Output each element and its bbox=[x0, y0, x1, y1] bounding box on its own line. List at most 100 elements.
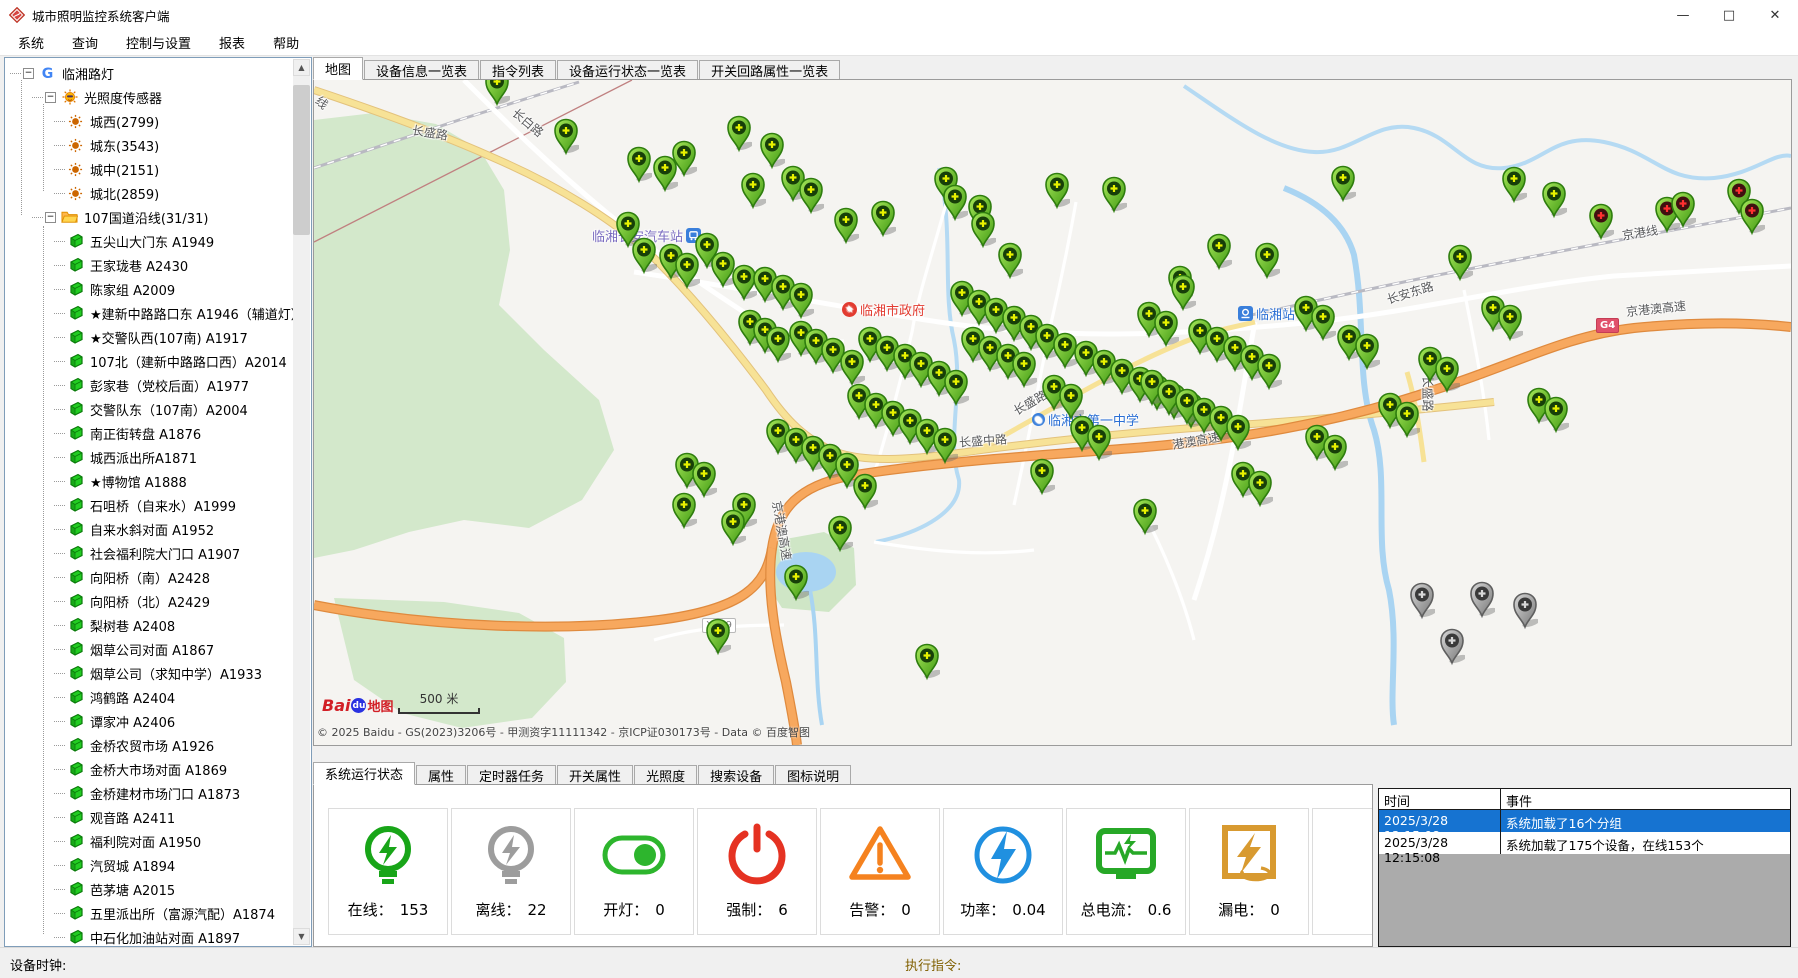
map-pin-green[interactable] bbox=[932, 427, 958, 465]
tree-item[interactable]: 城北(2859) bbox=[6, 181, 293, 205]
tree-item[interactable]: 城西(2799) bbox=[6, 109, 293, 133]
map-pin-green[interactable] bbox=[484, 79, 510, 107]
close-button[interactable]: ✕ bbox=[1752, 0, 1798, 30]
tree-item[interactable]: ★交警队西(107南) A1917 bbox=[6, 325, 293, 349]
tree-item[interactable]: ★博物馆 A1888 bbox=[6, 469, 293, 493]
tree-item[interactable]: 向阳桥（南）A2428 bbox=[6, 565, 293, 589]
map-pin-green[interactable] bbox=[833, 207, 859, 245]
tab-开关属性[interactable]: 开关属性 bbox=[557, 765, 633, 785]
map-pin-gray[interactable] bbox=[1409, 582, 1435, 620]
map-pin-green[interactable] bbox=[1101, 176, 1127, 214]
map-pane[interactable]: 长盛路长白路长安东路长盛路长盛中路长盛路港澳高速京港澳高速京港澳高速京港线线临湘… bbox=[313, 79, 1792, 746]
map-pin-green[interactable] bbox=[1254, 242, 1280, 280]
map-pin-green[interactable] bbox=[1541, 181, 1567, 219]
map-pin-gray[interactable] bbox=[1439, 628, 1465, 666]
tab-搜索设备[interactable]: 搜索设备 bbox=[698, 765, 774, 785]
map-pin-green[interactable] bbox=[1447, 244, 1473, 282]
tree-item[interactable]: 自来水斜对面 A1952 bbox=[6, 517, 293, 541]
map-pin-green[interactable] bbox=[1029, 458, 1055, 496]
map-pin-green[interactable] bbox=[798, 177, 824, 215]
map-pin-green[interactable] bbox=[671, 140, 697, 178]
map-pin-green[interactable] bbox=[740, 172, 766, 210]
tree-item[interactable]: 石咀桥（自来水）A1999 bbox=[6, 493, 293, 517]
map-pin-green[interactable] bbox=[705, 618, 731, 656]
map-pin-alarm[interactable] bbox=[1670, 191, 1696, 229]
map-pin-green[interactable] bbox=[870, 200, 896, 238]
tree-item[interactable]: 金桥大市场对面 A1869 bbox=[6, 757, 293, 781]
event-row[interactable]: 2025/3/28 12:15:08系统加载了16个分组 bbox=[1379, 810, 1790, 832]
map-pin-green[interactable] bbox=[631, 237, 657, 275]
map-pin-green[interactable] bbox=[1497, 304, 1523, 342]
map-pin-green[interactable] bbox=[1501, 166, 1527, 204]
map-pin-green[interactable] bbox=[942, 184, 968, 222]
tree-item[interactable]: 彭家巷（党校后面）A1977 bbox=[6, 373, 293, 397]
menu-item-帮助[interactable]: 帮助 bbox=[259, 32, 313, 54]
tree-item[interactable]: 南正街转盘 A1876 bbox=[6, 421, 293, 445]
menu-item-查询[interactable]: 查询 bbox=[58, 32, 112, 54]
map-pin-gray[interactable] bbox=[1512, 592, 1538, 630]
event-row[interactable]: 2025/3/28 12:15:08系统加载了175个设备，在线153个 bbox=[1379, 832, 1790, 854]
tree-item[interactable]: −光照度传感器 bbox=[6, 85, 293, 109]
tree-item[interactable]: 城东(3543) bbox=[6, 133, 293, 157]
tab-系统运行状态[interactable]: 系统运行状态 bbox=[313, 762, 415, 785]
map-pin-green[interactable] bbox=[1543, 396, 1569, 434]
map-pin-green[interactable] bbox=[943, 369, 969, 407]
map-pin-green[interactable] bbox=[1247, 470, 1273, 508]
map-pin-green[interactable] bbox=[1086, 424, 1112, 462]
tab-开关回路属性一览表[interactable]: 开关回路属性一览表 bbox=[699, 60, 840, 80]
maximize-button[interactable]: □ bbox=[1706, 0, 1752, 30]
map-pin-green[interactable] bbox=[726, 115, 752, 153]
scroll-down-arrow-icon[interactable]: ▼ bbox=[293, 928, 310, 945]
map-pin-green[interactable] bbox=[626, 146, 652, 184]
map-pin-gray[interactable] bbox=[1469, 581, 1495, 619]
tree-item[interactable]: 梨树巷 A2408 bbox=[6, 613, 293, 637]
tree-item[interactable]: 五里派出所（富源汽配）A1874 bbox=[6, 901, 293, 925]
map-pin-green[interactable] bbox=[1153, 310, 1179, 348]
map-pin-green[interactable] bbox=[783, 564, 809, 602]
tab-图标说明[interactable]: 图标说明 bbox=[775, 765, 851, 785]
map-pin-green[interactable] bbox=[1322, 434, 1348, 472]
tree-item[interactable]: 芭茅塘 A2015 bbox=[6, 877, 293, 901]
tree-item[interactable]: 中石化加油站对面 A1897 bbox=[6, 925, 293, 945]
map-pin-green[interactable] bbox=[852, 473, 878, 511]
tree-item[interactable]: 烟草公司对面 A1867 bbox=[6, 637, 293, 661]
tree-item[interactable]: 汽贸城 A1894 bbox=[6, 853, 293, 877]
tree-item[interactable]: 城西派出所A1871 bbox=[6, 445, 293, 469]
tree-item[interactable]: 107北（建新中路路口西）A2014 bbox=[6, 349, 293, 373]
collapse-icon[interactable]: − bbox=[23, 68, 34, 79]
map-pin-green[interactable] bbox=[1044, 172, 1070, 210]
map-pin-green[interactable] bbox=[1170, 274, 1196, 312]
collapse-icon[interactable]: − bbox=[45, 92, 56, 103]
map-pin-green[interactable] bbox=[553, 118, 579, 156]
menu-item-系统[interactable]: 系统 bbox=[4, 32, 58, 54]
tree-item[interactable]: 谭家冲 A2406 bbox=[6, 709, 293, 733]
tree-item[interactable]: ★建新中路路口东 A1946（辅道灯） bbox=[6, 301, 293, 325]
tree-item[interactable]: 交警队东（107南）A2004 bbox=[6, 397, 293, 421]
tab-地图[interactable]: 地图 bbox=[313, 57, 363, 80]
sidebar-scrollbar[interactable]: ▲ ▼ bbox=[293, 59, 310, 945]
scrollbar-thumb[interactable] bbox=[293, 85, 310, 235]
scroll-up-arrow-icon[interactable]: ▲ bbox=[293, 59, 310, 76]
tree-item[interactable]: 观音路 A2411 bbox=[6, 805, 293, 829]
map-pin-alarm[interactable] bbox=[1588, 203, 1614, 241]
tab-设备信息一览表[interactable]: 设备信息一览表 bbox=[364, 60, 479, 80]
tree-item[interactable]: 金桥农贸市场 A1926 bbox=[6, 733, 293, 757]
tree-item[interactable]: 五尖山大门东 A1949 bbox=[6, 229, 293, 253]
tree-item[interactable]: 鸿鹤路 A2404 bbox=[6, 685, 293, 709]
collapse-icon[interactable]: − bbox=[45, 212, 56, 223]
minimize-button[interactable]: — bbox=[1660, 0, 1706, 30]
map-pin-green[interactable] bbox=[1394, 401, 1420, 439]
map-pin-green[interactable] bbox=[1132, 498, 1158, 536]
tab-属性[interactable]: 属性 bbox=[416, 765, 466, 785]
menu-item-报表[interactable]: 报表 bbox=[205, 32, 259, 54]
tab-指令列表[interactable]: 指令列表 bbox=[480, 60, 556, 80]
tree-item[interactable]: 陈家组 A2009 bbox=[6, 277, 293, 301]
tree-item[interactable]: 社会福利院大门口 A1907 bbox=[6, 541, 293, 565]
map-pin-green[interactable] bbox=[671, 492, 697, 530]
tree-item[interactable]: 金桥建材市场门口 A1873 bbox=[6, 781, 293, 805]
map-pin-green[interactable] bbox=[1354, 333, 1380, 371]
menu-item-控制与设置[interactable]: 控制与设置 bbox=[112, 32, 205, 54]
tree-item[interactable]: 烟草公司（求知中学）A1933 bbox=[6, 661, 293, 685]
map-pin-green[interactable] bbox=[788, 282, 814, 320]
tab-设备运行状态一览表[interactable]: 设备运行状态一览表 bbox=[557, 60, 698, 80]
